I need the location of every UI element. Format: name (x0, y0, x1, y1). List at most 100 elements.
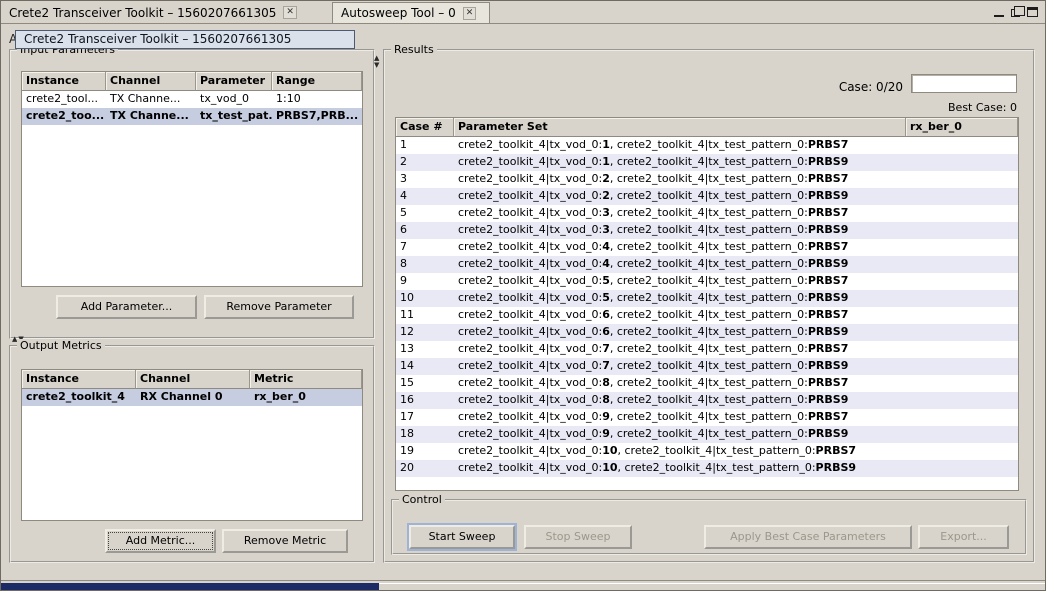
result-row[interactable]: 10crete2_toolkit_4|tx_vod_0:5, crete2_to… (396, 290, 1018, 307)
pane-divider[interactable] (375, 49, 381, 563)
input-parameters-column-header[interactable]: Channel (106, 72, 196, 91)
param-mid-text: , crete2_toolkit_4|tx_test_pattern_0: (618, 444, 816, 457)
results-table[interactable]: Case #Parameter Setrx_ber_0 1crete2_tool… (395, 117, 1019, 491)
tab-autosweep-tool[interactable]: Autosweep Tool – 0 ✕ (332, 2, 490, 23)
pattern-value-text: PRBS9 (808, 325, 849, 338)
input-parameters-column-header[interactable]: Range (272, 72, 362, 91)
result-row[interactable]: 19crete2_toolkit_4|tx_vod_0:10, crete2_t… (396, 443, 1018, 460)
output-metrics-column-header[interactable]: Channel (136, 370, 250, 389)
tab-crete2-label: Crete2 Transceiver Toolkit – 15602076613… (9, 6, 276, 20)
export-button[interactable]: Export... (918, 525, 1009, 549)
add-parameter-button[interactable]: Add Parameter... (56, 295, 197, 319)
result-row[interactable]: 2crete2_toolkit_4|tx_vod_0:1, crete2_too… (396, 154, 1018, 171)
param-prefix-text: crete2_toolkit_4|tx_vod_0: (458, 427, 602, 440)
case-number-cell: 4 (396, 188, 454, 205)
param-prefix-text: crete2_toolkit_4|tx_vod_0: (458, 274, 602, 287)
add-metric-button[interactable]: Add Metric... (105, 529, 216, 553)
output-metrics-table[interactable]: InstanceChannelMetric crete2_toolkit_4RX… (21, 369, 363, 521)
input-parameters-table[interactable]: InstanceChannelParameterRange crete2_too… (21, 71, 363, 287)
parameter-set-cell: crete2_toolkit_4|tx_vod_0:9, crete2_tool… (454, 409, 906, 426)
parameter-set-cell: crete2_toolkit_4|tx_vod_0:2, crete2_tool… (454, 188, 906, 205)
pattern-value-text: PRBS7 (808, 172, 849, 185)
result-row[interactable]: 7crete2_toolkit_4|tx_vod_0:4, crete2_too… (396, 239, 1018, 256)
pattern-value-text: PRBS9 (808, 291, 849, 304)
result-row[interactable]: 16crete2_toolkit_4|tx_vod_0:8, crete2_to… (396, 392, 1018, 409)
apply-best-case-parameters-button[interactable]: Apply Best Case Parameters (704, 525, 912, 549)
case-number-cell: 14 (396, 358, 454, 375)
result-row[interactable]: 9crete2_toolkit_4|tx_vod_0:5, crete2_too… (396, 273, 1018, 290)
result-row[interactable]: 11crete2_toolkit_4|tx_vod_0:6, crete2_to… (396, 307, 1018, 324)
param-mid-text: , crete2_toolkit_4|tx_test_pattern_0: (610, 376, 808, 389)
vod-value-text: 1 (602, 138, 610, 151)
vod-value-text: 7 (602, 359, 610, 372)
input-parameters-row[interactable]: crete2_tool...TX Channe...tx_vod_01:10 (22, 91, 362, 108)
param-mid-text: , crete2_toolkit_4|tx_test_pattern_0: (610, 291, 808, 304)
parameter-set-cell: crete2_toolkit_4|tx_vod_0:1, crete2_tool… (454, 154, 906, 171)
results-column-header[interactable]: Parameter Set (454, 118, 906, 137)
vod-value-text: 8 (602, 376, 610, 389)
case-number-cell: 15 (396, 375, 454, 392)
parameter-set-cell: crete2_toolkit_4|tx_vod_0:5, crete2_tool… (454, 290, 906, 307)
result-row[interactable]: 15crete2_toolkit_4|tx_vod_0:8, crete2_to… (396, 375, 1018, 392)
close-icon[interactable]: ✕ (463, 7, 477, 20)
output-metrics-column-header[interactable]: Instance (22, 370, 136, 389)
minimize-icon[interactable] (994, 7, 1004, 17)
tab-crete2-transceiver-toolkit[interactable]: Crete2 Transceiver Toolkit – 15602076613… (1, 2, 325, 23)
parameter-set-cell: crete2_toolkit_4|tx_vod_0:10, crete2_too… (454, 460, 906, 477)
result-row[interactable]: 8crete2_toolkit_4|tx_vod_0:4, crete2_too… (396, 256, 1018, 273)
result-row[interactable]: 13crete2_toolkit_4|tx_vod_0:7, crete2_to… (396, 341, 1018, 358)
case-progress-field (911, 74, 1017, 93)
result-row[interactable]: 1crete2_toolkit_4|tx_vod_0:1, crete2_too… (396, 137, 1018, 154)
vod-value-text: 2 (602, 189, 610, 202)
close-icon[interactable]: ✕ (283, 6, 297, 19)
case-number-cell: 2 (396, 154, 454, 171)
param-mid-text: , crete2_toolkit_4|tx_test_pattern_0: (610, 427, 808, 440)
vod-value-text: 3 (602, 206, 610, 219)
pattern-value-text: PRBS9 (808, 257, 849, 270)
output-metrics-row[interactable]: crete2_toolkit_4RX Channel 0rx_ber_0 (22, 389, 362, 406)
remove-parameter-button[interactable]: Remove Parameter (204, 295, 354, 319)
param-prefix-text: crete2_toolkit_4|tx_vod_0: (458, 393, 602, 406)
input-parameters-row[interactable]: crete2_too...TX Channe...tx_test_pat...P… (22, 108, 362, 125)
input-parameters-column-header[interactable]: Instance (22, 72, 106, 91)
rx-ber-cell (906, 341, 1018, 358)
result-row[interactable]: 5crete2_toolkit_4|tx_vod_0:3, crete2_too… (396, 205, 1018, 222)
result-row[interactable]: 14crete2_toolkit_4|tx_vod_0:7, crete2_to… (396, 358, 1018, 375)
rx-ber-cell (906, 324, 1018, 341)
input-parameters-column-header[interactable]: Parameter (196, 72, 272, 91)
results-column-header[interactable]: rx_ber_0 (906, 118, 1018, 137)
result-row[interactable]: 17crete2_toolkit_4|tx_vod_0:9, crete2_to… (396, 409, 1018, 426)
param-mid-text: , crete2_toolkit_4|tx_test_pattern_0: (610, 223, 808, 236)
result-row[interactable]: 20crete2_toolkit_4|tx_vod_0:10, crete2_t… (396, 460, 1018, 477)
result-row[interactable]: 12crete2_toolkit_4|tx_vod_0:6, crete2_to… (396, 324, 1018, 341)
rx-ber-cell (906, 392, 1018, 409)
input-parameters-body: crete2_tool...TX Channe...tx_vod_01:10cr… (22, 91, 362, 125)
results-column-header[interactable]: Case # (396, 118, 454, 137)
start-sweep-button[interactable]: Start Sweep (409, 525, 515, 549)
remove-metric-button[interactable]: Remove Metric (222, 529, 348, 553)
input-parameters-cell: TX Channe... (106, 91, 196, 108)
restore-icon[interactable] (1011, 9, 1020, 17)
output-metrics-title: Output Metrics (17, 339, 105, 352)
results-title: Results (391, 43, 437, 56)
output-metrics-body: crete2_toolkit_4RX Channel 0rx_ber_0 (22, 389, 362, 406)
param-mid-text: , crete2_toolkit_4|tx_test_pattern_0: (610, 257, 808, 270)
parameter-set-cell: crete2_toolkit_4|tx_vod_0:7, crete2_tool… (454, 358, 906, 375)
maximize-icon[interactable] (1027, 7, 1038, 17)
output-metrics-column-header[interactable]: Metric (250, 370, 362, 389)
result-row[interactable]: 6crete2_toolkit_4|tx_vod_0:3, crete2_too… (396, 222, 1018, 239)
parameter-set-cell: crete2_toolkit_4|tx_vod_0:2, crete2_tool… (454, 171, 906, 188)
parameter-set-cell: crete2_toolkit_4|tx_vod_0:4, crete2_tool… (454, 256, 906, 273)
result-row[interactable]: 3crete2_toolkit_4|tx_vod_0:2, crete2_too… (396, 171, 1018, 188)
param-prefix-text: crete2_toolkit_4|tx_vod_0: (458, 257, 602, 270)
param-prefix-text: crete2_toolkit_4|tx_vod_0: (458, 308, 602, 321)
pattern-value-text: PRBS9 (808, 189, 849, 202)
case-number-cell: 18 (396, 426, 454, 443)
stop-sweep-button[interactable]: Stop Sweep (524, 525, 632, 549)
case-number-cell: 1 (396, 137, 454, 154)
result-row[interactable]: 4crete2_toolkit_4|tx_vod_0:2, crete2_too… (396, 188, 1018, 205)
result-row[interactable]: 18crete2_toolkit_4|tx_vod_0:9, crete2_to… (396, 426, 1018, 443)
param-prefix-text: crete2_toolkit_4|tx_vod_0: (458, 172, 602, 185)
tab-bar: Crete2 Transceiver Toolkit – 15602076613… (1, 1, 1045, 24)
input-parameters-cell: tx_vod_0 (196, 91, 272, 108)
